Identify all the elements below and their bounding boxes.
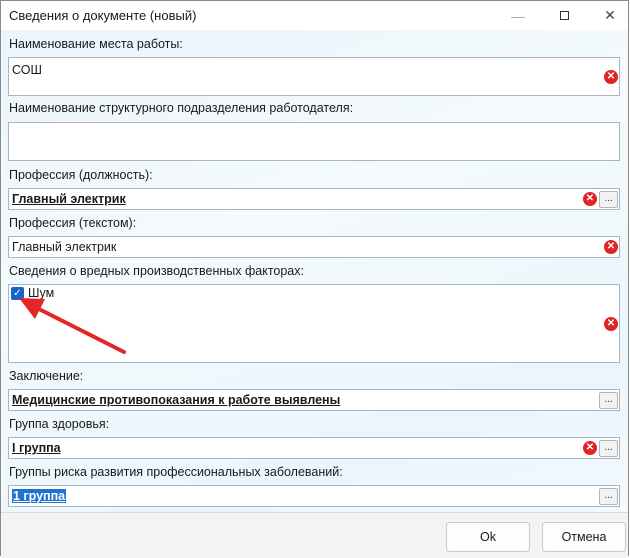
- workplace-input[interactable]: СОШ ✕: [8, 57, 620, 96]
- document-info-dialog: Сведения о документе (новый) — ✕ Наимено…: [0, 0, 629, 558]
- window-title: Сведения о документе (новый): [9, 8, 197, 23]
- dialog-footer: Ok Отмена: [1, 512, 628, 558]
- maximize-button[interactable]: [541, 1, 587, 30]
- health-group-label: Группа здоровья:: [9, 417, 110, 431]
- department-label: Наименование структурного подразделения …: [9, 101, 354, 115]
- risk-groups-input[interactable]: 1 группа ...: [8, 485, 620, 507]
- profession-value: Главный электрик: [12, 192, 126, 206]
- conclusion-value: Медицинские противопоказания к работе вы…: [12, 393, 341, 407]
- health-group-input[interactable]: I группа ✕ ...: [8, 437, 620, 459]
- profession-text-label: Профессия (текстом):: [9, 216, 137, 230]
- error-icon: ✕: [583, 192, 597, 206]
- workplace-label: Наименование места работы:: [9, 37, 183, 51]
- error-icon: ✕: [604, 70, 618, 84]
- health-group-browse-button[interactable]: ...: [599, 440, 618, 457]
- minimize-button[interactable]: —: [495, 1, 541, 30]
- error-icon: ✕: [583, 441, 597, 455]
- hazards-list: ✓ Шум ✕: [8, 284, 620, 363]
- close-button[interactable]: ✕: [587, 1, 630, 30]
- hazard-checkbox[interactable]: ✓: [11, 287, 24, 300]
- close-icon: ✕: [604, 7, 616, 23]
- conclusion-label: Заключение:: [9, 369, 84, 383]
- profession-text-value: Главный электрик: [12, 240, 117, 254]
- cancel-button[interactable]: Отмена: [542, 522, 626, 552]
- maximize-icon: [559, 11, 569, 20]
- profession-browse-button[interactable]: ...: [599, 191, 618, 208]
- minimize-icon: —: [511, 7, 525, 24]
- risk-groups-label: Группы риска развития профессиональных з…: [9, 465, 343, 479]
- risk-groups-value: 1 группа: [12, 489, 67, 503]
- title-bar: Сведения о документе (новый) — ✕: [1, 1, 628, 30]
- health-group-value: I группа: [12, 441, 61, 455]
- profession-text-input[interactable]: Главный электрик ✕: [8, 236, 620, 258]
- hazard-item-label: Шум: [28, 286, 55, 300]
- error-icon: ✕: [604, 317, 618, 331]
- ok-button[interactable]: Ok: [446, 522, 530, 552]
- risk-groups-browse-button[interactable]: ...: [599, 488, 618, 505]
- profession-input[interactable]: Главный электрик ✕ ...: [8, 188, 620, 210]
- workplace-value: СОШ: [12, 63, 42, 77]
- hazards-label: Сведения о вредных производственных факт…: [9, 264, 304, 278]
- conclusion-input[interactable]: Медицинские противопоказания к работе вы…: [8, 389, 620, 411]
- department-input[interactable]: [8, 122, 620, 161]
- hazard-item[interactable]: ✓ Шум: [9, 285, 69, 303]
- error-icon: ✕: [604, 240, 618, 254]
- conclusion-browse-button[interactable]: ...: [599, 392, 618, 409]
- profession-label: Профессия (должность):: [9, 168, 153, 182]
